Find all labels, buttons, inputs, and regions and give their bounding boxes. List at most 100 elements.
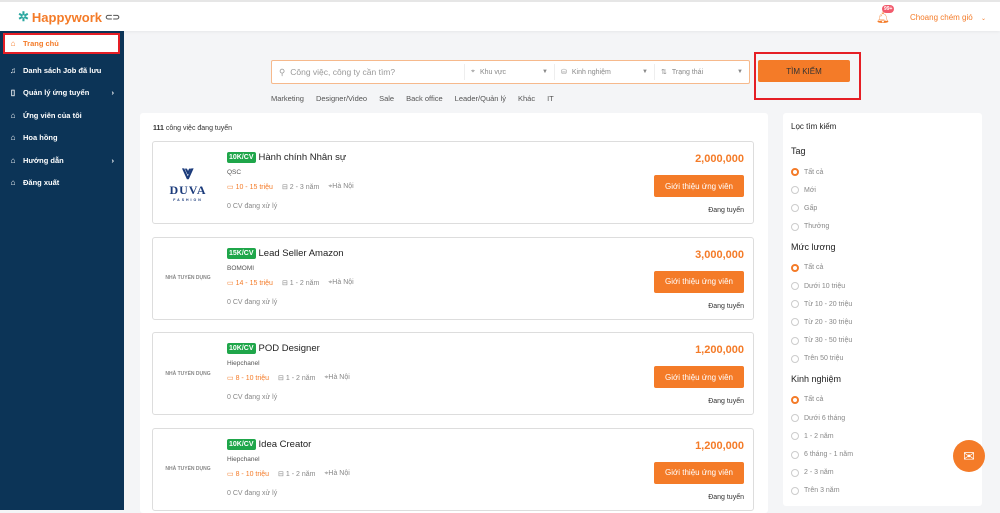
notification-badge: 99+ bbox=[882, 5, 895, 13]
job-title[interactable]: Lead Seller Amazon bbox=[259, 248, 344, 259]
company-logo-placeholder: NHÀ TUYỂN DỤNG bbox=[165, 370, 211, 377]
category-tag[interactable]: IT bbox=[547, 94, 554, 103]
refer-candidate-button[interactable]: Giới thiệu ứng viên bbox=[654, 270, 744, 293]
sidebar-item[interactable]: ⌂ Đăng xuất bbox=[0, 172, 124, 195]
filter-option[interactable]: 6 tháng - 1 năm bbox=[791, 445, 974, 463]
area-select[interactable]: ⌖ Khu vực ▼ bbox=[464, 64, 554, 80]
radio-button[interactable] bbox=[791, 468, 799, 477]
radio-button[interactable] bbox=[791, 354, 799, 363]
experience: ⊟ 2 - 3 năm bbox=[281, 184, 320, 191]
filter-option[interactable]: Trên 3 năm bbox=[791, 482, 974, 500]
home-icon: ⌂ bbox=[10, 110, 16, 120]
job-card[interactable]: NHÀ TUYỂN DỤNG 15K/CV Lead Seller Amazon … bbox=[152, 236, 754, 320]
radio-button[interactable] bbox=[791, 336, 799, 345]
job-card[interactable]: NHÀ TUYỂN DỤNG 10K/CV POD Designer Hiepch… bbox=[152, 332, 754, 415]
radio-button[interactable] bbox=[791, 282, 799, 291]
radio-button[interactable] bbox=[791, 300, 799, 309]
filter-option[interactable]: 1 - 2 năm bbox=[791, 427, 974, 445]
filter-panel: Lọc tìm kiếm Tag Tất cả Mới Gấp Thưởng Mức lư… bbox=[783, 113, 982, 506]
job-title[interactable]: POD Designer bbox=[259, 343, 320, 354]
caret-icon: ▼ bbox=[642, 69, 648, 75]
filter-option[interactable]: 2 - 3 năm bbox=[791, 464, 974, 482]
category-tag[interactable]: Leader/Quản lý bbox=[455, 94, 506, 103]
messenger-button[interactable]: ✉ bbox=[953, 440, 985, 472]
category-tag[interactable]: Designer/Video bbox=[316, 94, 367, 103]
sidebar: ⌂ Trang chủ ♫ Danh sách Job đã lưu ▯ Quản lý … bbox=[0, 31, 124, 510]
job-status: Đang tuyển bbox=[708, 398, 744, 405]
sidebar-item[interactable]: ⌂ Hoa hồng bbox=[0, 127, 124, 150]
sidebar-item[interactable]: ♫ Danh sách Job đã lưu bbox=[0, 59, 124, 82]
toggle-icon: ⊂⊃ bbox=[104, 11, 121, 22]
location: ⌖Hà Nội bbox=[328, 183, 354, 190]
sidebar-item[interactable]: ⌂ Hướng dẫn › bbox=[0, 149, 124, 172]
filter-option[interactable]: Từ 20 - 30 triệu bbox=[791, 313, 974, 331]
sidebar-item[interactable]: ⌂ Trang chủ bbox=[3, 33, 120, 54]
filter-option[interactable]: Tất cả bbox=[791, 391, 974, 409]
filter-option[interactable]: Tất cả bbox=[791, 163, 974, 181]
cv-count: 0 CV đang xử lý bbox=[227, 394, 278, 401]
search-button[interactable]: TÌM KIẾM bbox=[758, 60, 850, 82]
filter-option[interactable]: Trên 50 triệu bbox=[791, 350, 974, 368]
radio-button[interactable] bbox=[791, 432, 799, 441]
filter-group-title: Tag bbox=[791, 146, 806, 156]
filter-title: Lọc tìm kiếm bbox=[791, 122, 837, 131]
search-icon: ⚲ bbox=[279, 66, 286, 77]
sidebar-item[interactable]: ▯ Quản lý ứng tuyển › bbox=[0, 82, 124, 105]
radio-button[interactable] bbox=[791, 486, 799, 495]
filter-option[interactable]: Mới bbox=[791, 181, 974, 199]
salary: ▭ 8 - 10 triệu bbox=[227, 375, 270, 382]
job-reward: 1,200,000 bbox=[695, 439, 744, 452]
filter-option[interactable]: Dưới 10 triệu bbox=[791, 277, 974, 295]
category-tag[interactable]: Back office bbox=[406, 94, 443, 103]
filter-group-title: Mức lương bbox=[791, 241, 836, 252]
filter-option[interactable]: Tất cả bbox=[791, 259, 974, 277]
logo[interactable]: ✲ Happywork ⊂⊃ bbox=[18, 9, 120, 25]
layers-icon: ⛁ bbox=[561, 69, 567, 76]
commission-badge: 10K/CV bbox=[227, 343, 256, 354]
radio-button[interactable] bbox=[791, 186, 799, 195]
radio-button[interactable] bbox=[791, 450, 799, 459]
experience-select[interactable]: ⛁ Kinh nghiệm ▼ bbox=[554, 64, 654, 80]
search-bar: ⚲ Công việc, công ty cần tìm? ⌖ Khu vực ▼ ⛁… bbox=[271, 60, 750, 84]
experience: ⊟ 1 - 2 năm bbox=[278, 470, 316, 478]
filter-option[interactable]: Dưới 6 tháng bbox=[791, 409, 974, 427]
job-title[interactable]: Idea Creator bbox=[259, 439, 312, 450]
filter-option[interactable]: Thưởng bbox=[791, 218, 974, 236]
filter-option[interactable]: Từ 30 - 50 triệu bbox=[791, 332, 974, 350]
category-tag[interactable]: Marketing bbox=[271, 94, 304, 103]
refer-candidate-button[interactable]: Giới thiệu ứng viên bbox=[654, 175, 744, 197]
salary-icon: ▭ bbox=[227, 279, 234, 287]
radio-button[interactable] bbox=[791, 263, 799, 272]
user-menu[interactable]: Choang chém gió ⌄ bbox=[910, 13, 986, 22]
radio-button[interactable] bbox=[791, 222, 799, 231]
cv-count: 0 CV đang xử lý bbox=[227, 489, 278, 497]
radio-button[interactable] bbox=[791, 168, 799, 177]
radio-button[interactable] bbox=[791, 318, 799, 327]
filter-option[interactable]: Từ 10 - 20 triệu bbox=[791, 295, 974, 313]
refer-candidate-button[interactable]: Giới thiệu ứng viên bbox=[654, 366, 744, 388]
commission-badge: 10K/CV bbox=[227, 152, 256, 163]
refer-candidate-button[interactable]: Giới thiệu ứng viên bbox=[654, 461, 744, 484]
category-tag[interactable]: Sale bbox=[379, 94, 394, 103]
location: ⌖Hà Nội bbox=[328, 278, 354, 286]
radio-button[interactable] bbox=[791, 204, 799, 213]
category-tag[interactable]: Khác bbox=[518, 94, 535, 103]
cv-count: 0 CV đang xử lý bbox=[227, 203, 278, 210]
filter-option[interactable]: Gấp bbox=[791, 199, 974, 217]
job-reward: 2,000,000 bbox=[695, 153, 744, 165]
job-reward: 1,200,000 bbox=[695, 344, 744, 356]
job-card[interactable]: NHÀ TUYỂN DỤNG 10K/CV Idea Creator Hiepch… bbox=[152, 427, 754, 511]
search-input[interactable]: ⚲ Công việc, công ty cần tìm? bbox=[272, 67, 464, 78]
salary-icon: ▭ bbox=[227, 375, 234, 382]
radio-button[interactable] bbox=[791, 395, 799, 404]
status-select[interactable]: ⇅ Trạng thái ▼ bbox=[654, 64, 749, 80]
sidebar-item[interactable]: ⌂ Ứng viên của tôi bbox=[0, 104, 124, 127]
salary-icon: ▭ bbox=[227, 184, 234, 191]
radio-button[interactable] bbox=[791, 414, 799, 423]
salary: ▭ 14 - 15 triệu bbox=[227, 279, 273, 287]
job-card[interactable]: ⩔ DUVA FASHION 10K/CV Hành chính Nhân sự QS… bbox=[152, 141, 754, 224]
location: ⌖Hà Nội bbox=[324, 469, 350, 477]
job-title[interactable]: Hành chính Nhân sự bbox=[259, 152, 347, 163]
briefcase-icon: ⊟ bbox=[281, 279, 288, 287]
home-icon: ⌂ bbox=[10, 178, 16, 188]
